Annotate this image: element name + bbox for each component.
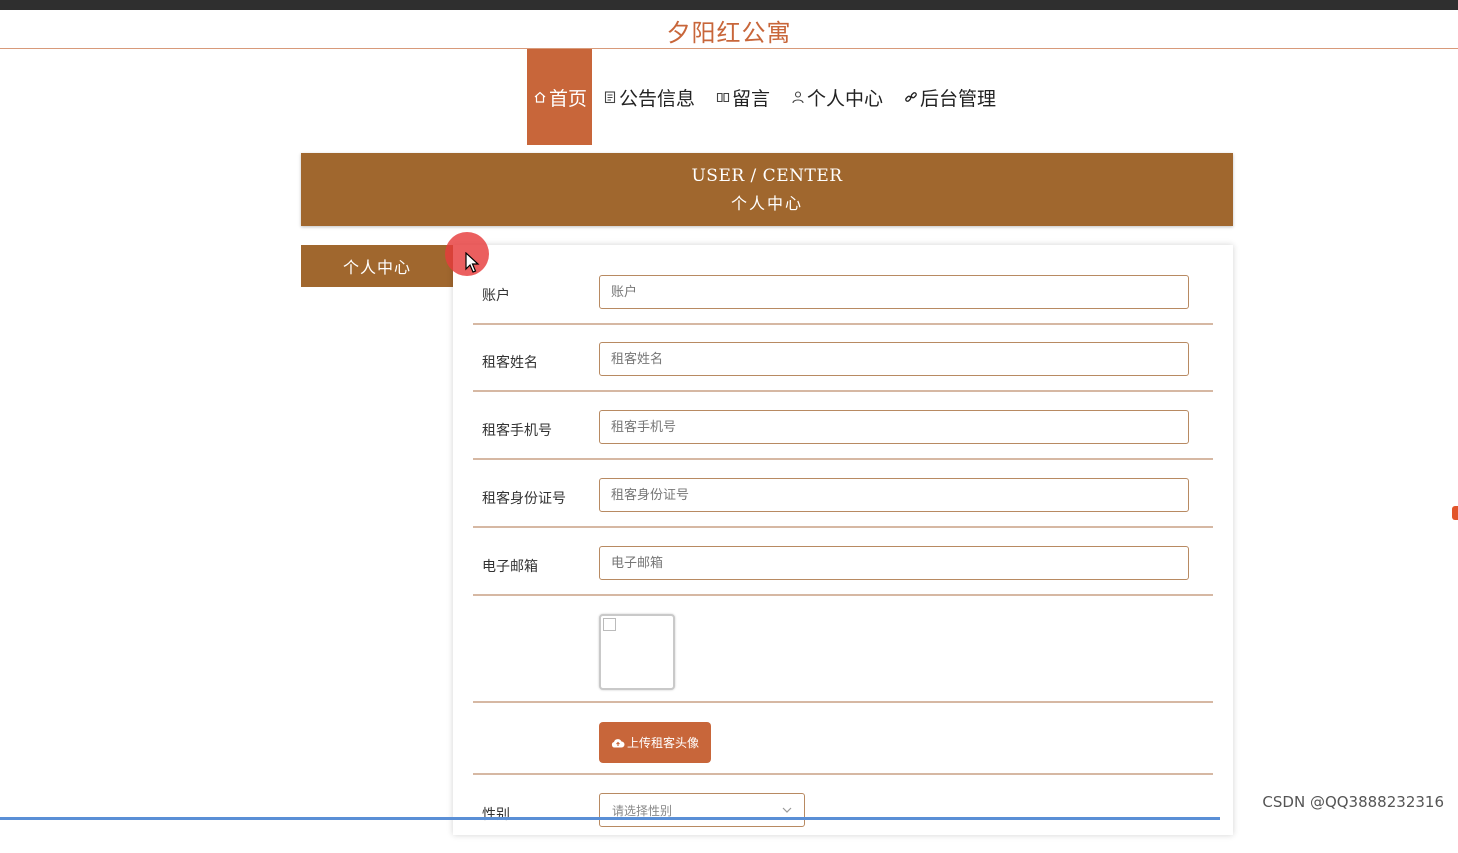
form-row-gender: 性别 请选择性别 bbox=[473, 793, 1213, 853]
account-input[interactable] bbox=[599, 275, 1189, 309]
nav-label-admin: 后台管理 bbox=[920, 87, 997, 110]
window-top-bar bbox=[0, 0, 1458, 10]
tenant-id-input[interactable] bbox=[599, 478, 1189, 512]
nav-label-user-center: 个人中心 bbox=[807, 87, 884, 110]
form-row-tenant-id: 租客身份证号 bbox=[473, 478, 1213, 528]
nav-label-home: 首页 bbox=[548, 87, 587, 110]
nav-item-admin[interactable]: 后台管理 bbox=[893, 49, 1006, 145]
watermark-text: CSDN @QQ3888232316 bbox=[1262, 793, 1444, 811]
nav-label-notice: 公告信息 bbox=[619, 87, 696, 110]
banner-title-en: USER / CENTER bbox=[691, 166, 843, 186]
notice-icon bbox=[602, 89, 618, 105]
site-title: 夕阳红公寓 bbox=[666, 19, 792, 47]
form-row-email: 电子邮箱 bbox=[473, 546, 1213, 596]
gender-select-placeholder: 请选择性别 bbox=[612, 803, 673, 818]
main-nav: 首页 公告信息 留言 个人中心 后台管理 bbox=[527, 49, 1006, 145]
mouse-cursor-icon bbox=[465, 252, 480, 273]
nav-item-notice[interactable]: 公告信息 bbox=[592, 49, 705, 145]
account-label: 账户 bbox=[482, 288, 510, 304]
form-row-account: 账户 bbox=[473, 275, 1213, 325]
nav-label-message: 留言 bbox=[732, 87, 771, 110]
user-icon bbox=[790, 89, 806, 105]
tenant-id-label: 租客身份证号 bbox=[482, 491, 566, 507]
tenant-phone-input[interactable] bbox=[599, 410, 1189, 444]
gender-select[interactable]: 请选择性别 bbox=[599, 793, 805, 827]
avatar-preview bbox=[599, 614, 675, 690]
broken-image-icon bbox=[603, 618, 616, 631]
link-icon bbox=[903, 89, 919, 105]
email-input[interactable] bbox=[599, 546, 1189, 580]
site-header: 夕阳红公寓 bbox=[0, 10, 1458, 49]
progress-line bbox=[0, 817, 1220, 820]
tenant-name-label: 租客姓名 bbox=[482, 355, 538, 371]
chevron-down-icon bbox=[782, 807, 792, 813]
tenant-name-input[interactable] bbox=[599, 342, 1189, 376]
tenant-phone-label: 租客手机号 bbox=[482, 423, 552, 439]
sidebar-tab-user-center[interactable]: 个人中心 bbox=[301, 245, 453, 287]
message-icon bbox=[715, 89, 731, 105]
upload-avatar-button[interactable]: 上传租客头像 bbox=[599, 722, 711, 763]
banner-title-cn: 个人中心 bbox=[730, 194, 803, 213]
side-float-marker bbox=[1452, 506, 1458, 520]
nav-item-message[interactable]: 留言 bbox=[705, 49, 780, 145]
form-row-avatar-preview bbox=[473, 614, 1213, 703]
profile-form-panel: 账户 租客姓名 租客手机号 租客身份证号 电子邮箱 上传租客头像 性别 请选择性… bbox=[453, 245, 1233, 835]
form-row-tenant-name: 租客姓名 bbox=[473, 342, 1213, 392]
home-icon bbox=[532, 89, 548, 105]
form-row-upload: 上传租客头像 bbox=[473, 722, 1213, 775]
nav-item-home[interactable]: 首页 bbox=[527, 49, 592, 145]
nav-item-user-center[interactable]: 个人中心 bbox=[780, 49, 893, 145]
form-row-tenant-phone: 租客手机号 bbox=[473, 410, 1213, 460]
user-center-banner: USER / CENTER 个人中心 bbox=[301, 153, 1233, 226]
upload-avatar-label: 上传租客头像 bbox=[626, 736, 699, 750]
cloud-upload-icon bbox=[611, 738, 625, 747]
email-label: 电子邮箱 bbox=[482, 559, 538, 575]
gender-label: 性别 bbox=[482, 807, 510, 823]
